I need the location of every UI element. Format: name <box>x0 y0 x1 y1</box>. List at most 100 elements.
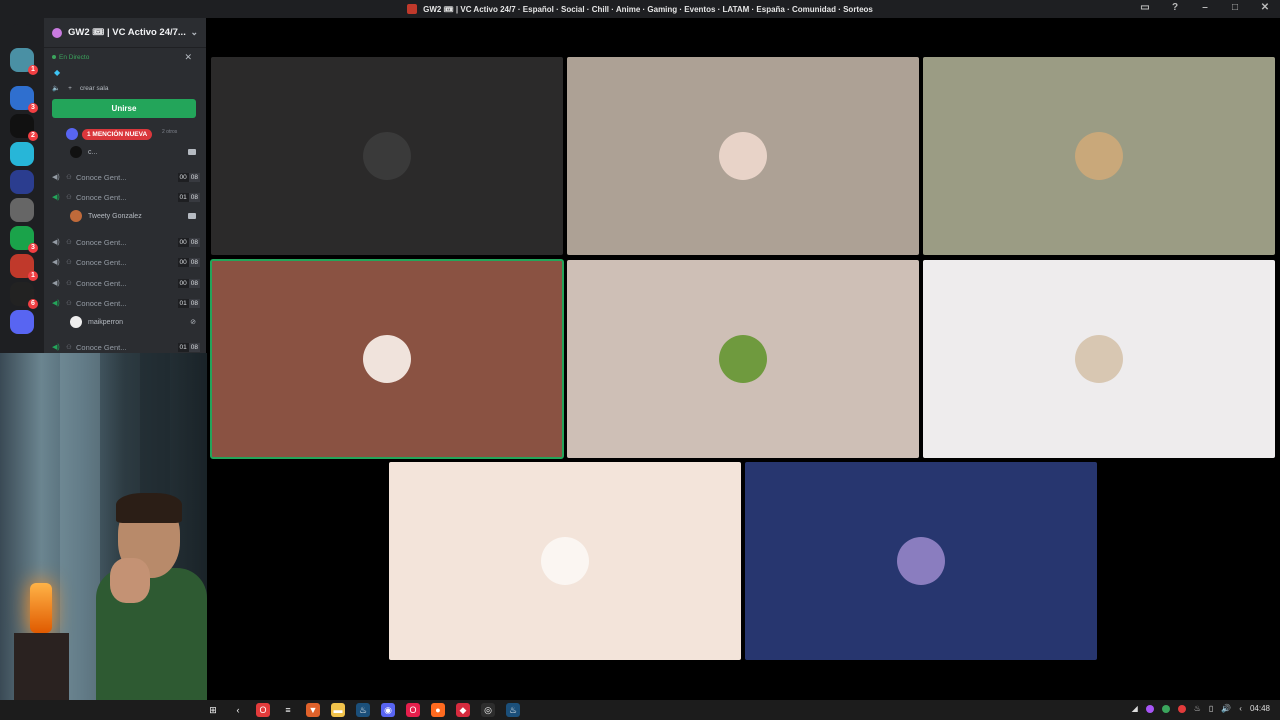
voice-stage <box>207 18 1280 700</box>
voice-channel[interactable]: ◀) ⚇ Conoce Gent... 01 08 <box>52 296 200 310</box>
plus-icon[interactable]: + <box>68 85 72 92</box>
guild-10-icon[interactable] <box>10 310 34 334</box>
app-logo-icon <box>407 4 418 14</box>
create-room-row[interactable]: 🔈 + crear sala <box>52 84 109 93</box>
volume-icon[interactable]: 🔊 <box>1221 704 1231 713</box>
guild-5-icon[interactable] <box>10 170 34 194</box>
guild-4-icon[interactable] <box>10 142 34 166</box>
user-count-limit: 08 <box>188 298 200 308</box>
speaker-icon: ◀) <box>52 344 60 351</box>
participant-tile[interactable] <box>745 462 1097 660</box>
maximize-icon[interactable]: □ <box>1228 2 1242 13</box>
camera-icon <box>188 149 196 155</box>
guild-9-icon[interactable]: 6 <box>10 282 38 309</box>
steam-icon[interactable]: ♨ <box>356 703 370 717</box>
participant-tile[interactable] <box>389 462 741 660</box>
app-red-icon[interactable]: ◆ <box>456 703 470 717</box>
voice-user-name: c... <box>88 148 98 156</box>
start-icon[interactable]: ⊞ <box>206 703 220 717</box>
guild-7-icon[interactable]: 3 <box>10 226 38 253</box>
guild-8-icon[interactable]: 1 <box>10 254 38 281</box>
new-mention-badge[interactable]: 1 MENCIÓN NUEVA <box>82 128 153 140</box>
avatar <box>1075 335 1123 383</box>
close-icon[interactable]: ✕ <box>1258 2 1272 13</box>
tray-app-icon[interactable] <box>1145 704 1154 713</box>
discord-icon[interactable]: ◉ <box>381 703 395 717</box>
minimize-icon[interactable]: – <box>1198 2 1212 13</box>
create-room-label: crear sala <box>79 84 109 92</box>
window-title: GW2 🎟 | VC Activo 24/7 · Español · Socia… <box>423 4 873 14</box>
people-icon: ⚇ <box>66 300 72 307</box>
avatar <box>897 537 945 585</box>
notification-badge: 3 <box>28 103 38 113</box>
new-mention-row[interactable]: 1 MENCIÓN NUEVA <box>66 128 153 140</box>
avatar <box>70 316 82 328</box>
voice-channel[interactable]: ◀) ⚇ Conoce Gent... 01 08 <box>52 340 200 353</box>
speaker-icon: ◀) <box>52 239 60 246</box>
voice-user[interactable]: Tweety Gonzalez <box>70 210 196 222</box>
voice-channel[interactable]: ◀) ⚇ Conoce Gent... 00 08 <box>52 170 200 184</box>
live-status: En Directo <box>52 54 89 61</box>
speaker-icon: 🔈 <box>52 85 61 92</box>
chevron-down-icon[interactable]: ⌄ <box>190 27 198 38</box>
tray-app-icon[interactable] <box>1177 704 1186 713</box>
voice-user-name: Tweety Gonzalez <box>88 212 142 220</box>
discord-home-icon[interactable] <box>10 24 34 48</box>
join-button[interactable]: Unirse <box>52 99 196 118</box>
people-icon: ⚇ <box>66 239 72 246</box>
guild-6-icon[interactable] <box>10 198 34 222</box>
voice-channel[interactable]: ◀) ⚇ Conoce Gent... 01 08 <box>52 190 200 204</box>
network-icon[interactable]: ◢ <box>1132 704 1138 713</box>
voice-channel[interactable]: ◀) ⚇ Conoce Gent... 00 08 <box>52 235 200 249</box>
obs-icon[interactable]: ◎ <box>481 703 495 717</box>
close-icon[interactable]: ✕ <box>184 52 192 63</box>
guild-2-icon[interactable]: 3 <box>10 86 38 113</box>
voice-channel[interactable]: ◀) ⚇ Conoce Gent... 00 08 <box>52 255 200 269</box>
back-icon[interactable]: ‹ <box>231 703 245 717</box>
file-explorer-icon[interactable]: ▬ <box>331 703 345 717</box>
tray-app-icon[interactable] <box>1161 704 1170 713</box>
desk-object <box>14 633 69 700</box>
participant-tile[interactable] <box>923 57 1275 255</box>
voice-user[interactable]: maikperron ⊘ <box>70 316 196 328</box>
user-count-current: 01 <box>177 298 189 308</box>
user-count-current: 00 <box>177 278 189 288</box>
clock[interactable]: 04:48 <box>1250 704 1270 713</box>
guild-1-icon[interactable]: 1 <box>10 48 38 75</box>
inbox-icon[interactable]: ▭ <box>1138 2 1152 13</box>
server-list: 1 3 2 3 1 6 <box>0 18 44 353</box>
user-count: 00 08 <box>177 172 200 182</box>
opera-gx-icon[interactable]: O <box>406 703 420 717</box>
taskbar: ⊞ ‹ O ≡ ▼ ▬ ♨ ◉ O ● ◆ ◎ ♨ ◢ ♨ ▯ 🔊 ‹ 04:48 <box>0 700 1280 720</box>
chevron-left-icon[interactable]: ‹ <box>1239 704 1242 713</box>
help-icon[interactable]: ? <box>1168 2 1182 13</box>
server-header[interactable]: GW2 🎟 | VC Activo 24/7... ⌄ <box>44 18 206 48</box>
participant-tile[interactable] <box>210 259 564 459</box>
participant-tile[interactable] <box>923 260 1275 458</box>
brave-icon[interactable]: ▼ <box>306 703 320 717</box>
participant-tile[interactable] <box>211 57 563 255</box>
system-tray: ◢ ♨ ▯ 🔊 ‹ 04:48 <box>1132 704 1270 713</box>
firefox-icon[interactable]: ● <box>431 703 445 717</box>
avatar <box>66 128 78 140</box>
battery-icon[interactable]: ▯ <box>1209 704 1213 713</box>
participant-tile[interactable] <box>567 260 919 458</box>
voice-channel-name: Conoce Gent... <box>76 278 127 288</box>
taskview-icon[interactable]: ≡ <box>281 703 295 717</box>
user-count-current: 01 <box>177 192 189 202</box>
voice-channel-name: Conoce Gent... <box>76 237 127 247</box>
people-icon: ⚇ <box>66 280 72 287</box>
steam-tray-icon[interactable]: ♨ <box>1194 704 1201 713</box>
participant-tile[interactable] <box>567 57 919 255</box>
user-count-limit: 08 <box>188 278 200 288</box>
steam-2-icon[interactable]: ♨ <box>506 703 520 717</box>
guild-3-icon[interactable]: 2 <box>10 114 38 141</box>
opera-icon[interactable]: O <box>256 703 270 717</box>
voice-user[interactable]: c... <box>70 146 196 158</box>
streamer-hand <box>110 558 150 603</box>
lamp <box>30 583 52 633</box>
avatar <box>719 132 767 180</box>
voice-channel-name: Conoce Gent... <box>76 172 127 182</box>
voice-channel[interactable]: ◀) ⚇ Conoce Gent... 00 08 <box>52 276 200 290</box>
avatar <box>541 537 589 585</box>
